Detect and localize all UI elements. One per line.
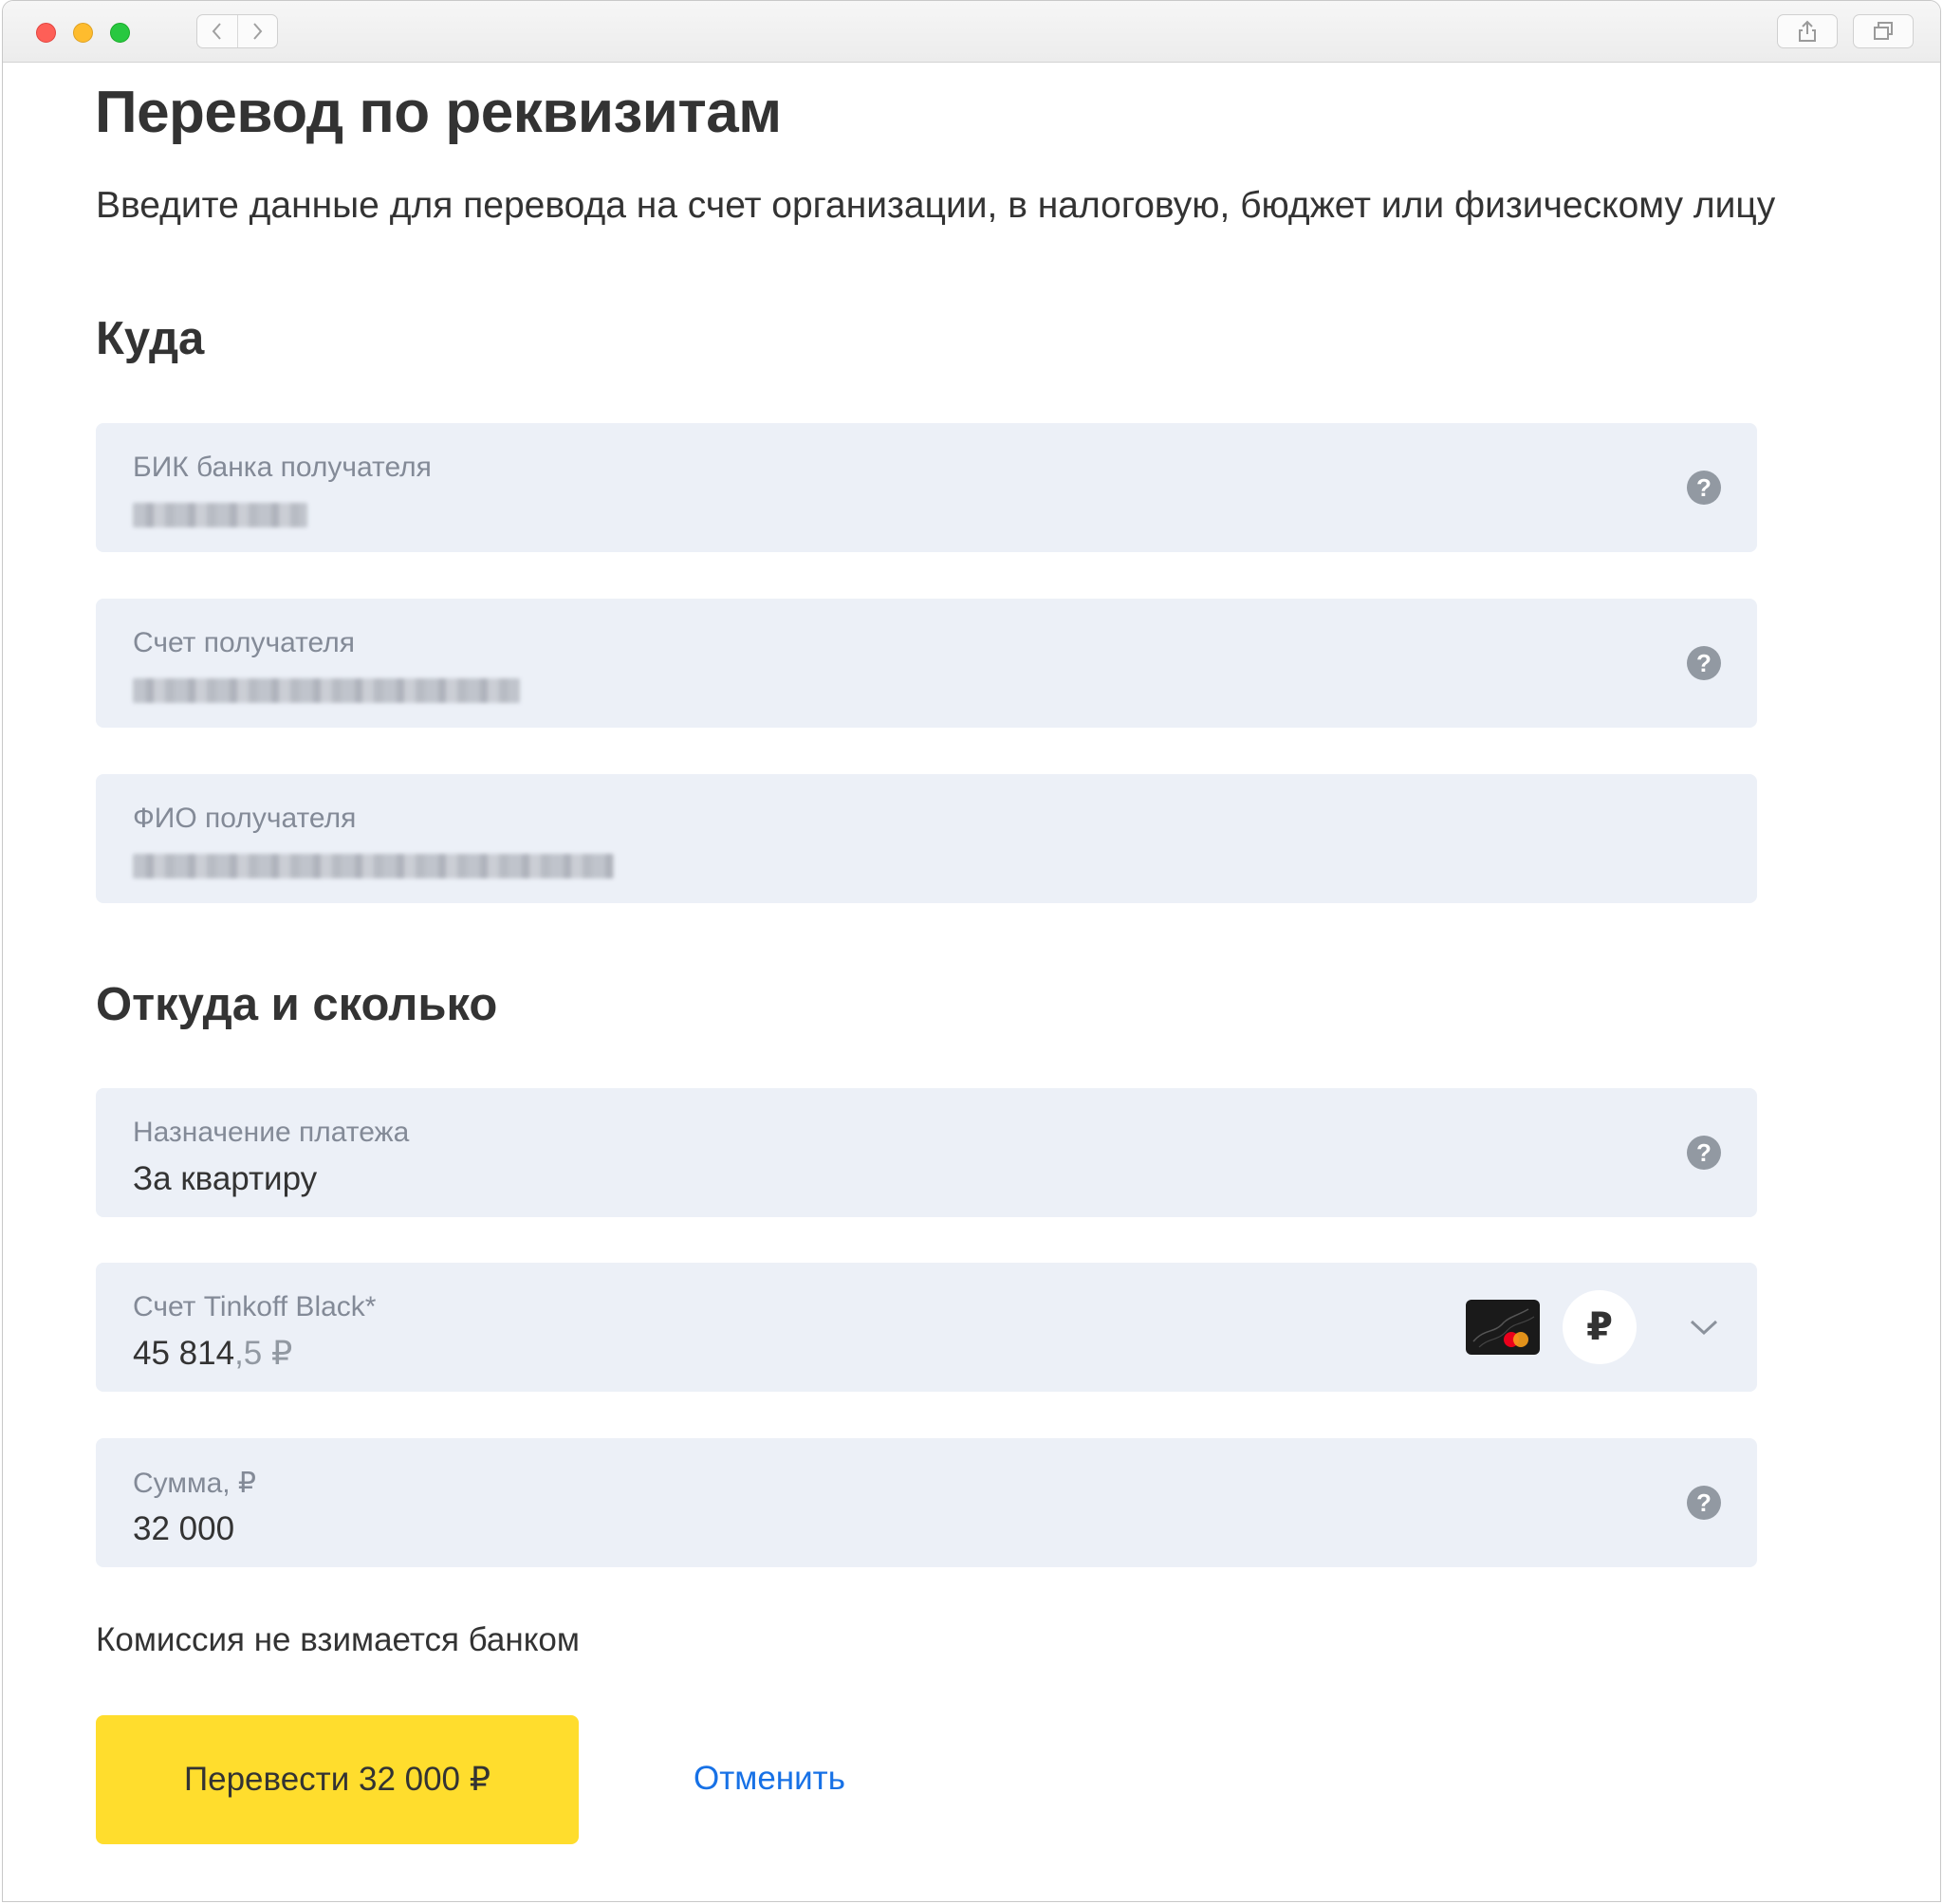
title-bar [3,1,1940,63]
source-account-label: Счет Tinkoff Black* [133,1291,377,1322]
show-tabs-button[interactable] [1853,14,1914,48]
forward-icon [253,23,263,40]
tabs-icon [1874,22,1893,40]
page-content: Перевод по реквизитам Введите данные для… [3,62,1940,1901]
ruble-icon: ₽ [1563,1290,1637,1364]
question-icon[interactable]: ? [1687,646,1721,680]
balance-main: 45 814 [133,1335,235,1372]
chevron-down-icon[interactable] [1687,1310,1721,1344]
cancel-link[interactable]: Отменить [694,1760,845,1798]
question-icon[interactable]: ? [1687,1136,1721,1170]
share-button[interactable] [1777,14,1838,48]
question-icon[interactable]: ? [1687,471,1721,505]
back-icon [212,23,221,40]
share-icon [1799,20,1816,42]
back-button[interactable] [197,15,237,47]
balance-fraction: ,5 ₽ [234,1335,293,1372]
bik-field[interactable]: БИК банка получателя ? [96,423,1757,552]
payment-purpose-label: Назначение платежа [133,1117,410,1148]
zoom-window-button[interactable] [110,23,130,43]
transfer-button[interactable]: Перевести 32 000 ₽ [96,1715,579,1844]
recipient-account-value-blurred [133,678,520,703]
payment-purpose-field[interactable]: Назначение платежа За квартиру ? [96,1088,1757,1217]
recipient-name-field[interactable]: ФИО получателя [96,774,1757,903]
amount-value: 32 000 [133,1510,235,1547]
bik-field-label: БИК банка получателя [133,452,432,483]
recipient-account-label: Счет получателя [133,627,355,658]
question-icon[interactable]: ? [1687,1486,1721,1520]
source-account-balance: 45 814,5 ₽ [133,1335,292,1373]
source-account-select[interactable]: Счет Tinkoff Black* 45 814,5 ₽ ₽ [96,1263,1757,1392]
section-heading-from: Откуда и сколько [96,979,498,1030]
navigation-buttons [196,14,278,48]
commission-note: Комиссия не взимается банком [96,1621,580,1658]
recipient-name-label: ФИО получателя [133,803,357,834]
recipient-account-field[interactable]: Счет получателя ? [96,599,1757,728]
forward-button[interactable] [236,15,278,47]
page-subtitle: Введите данные для перевода на счет орга… [96,185,1776,226]
card-icon [1466,1300,1540,1355]
page-title: Перевод по реквизитам [95,80,782,145]
section-heading-to: Куда [96,313,205,364]
minimize-window-button[interactable] [73,23,93,43]
bik-value-blurred [133,503,307,527]
browser-window: Перевод по реквизитам Введите данные для… [2,0,1941,1902]
amount-label: Сумма, ₽ [133,1468,257,1499]
amount-field[interactable]: Сумма, ₽ 32 000 ? [96,1438,1757,1567]
recipient-name-value-blurred [133,854,614,878]
payment-purpose-value: За квартиру [133,1160,318,1197]
close-window-button[interactable] [36,23,56,43]
